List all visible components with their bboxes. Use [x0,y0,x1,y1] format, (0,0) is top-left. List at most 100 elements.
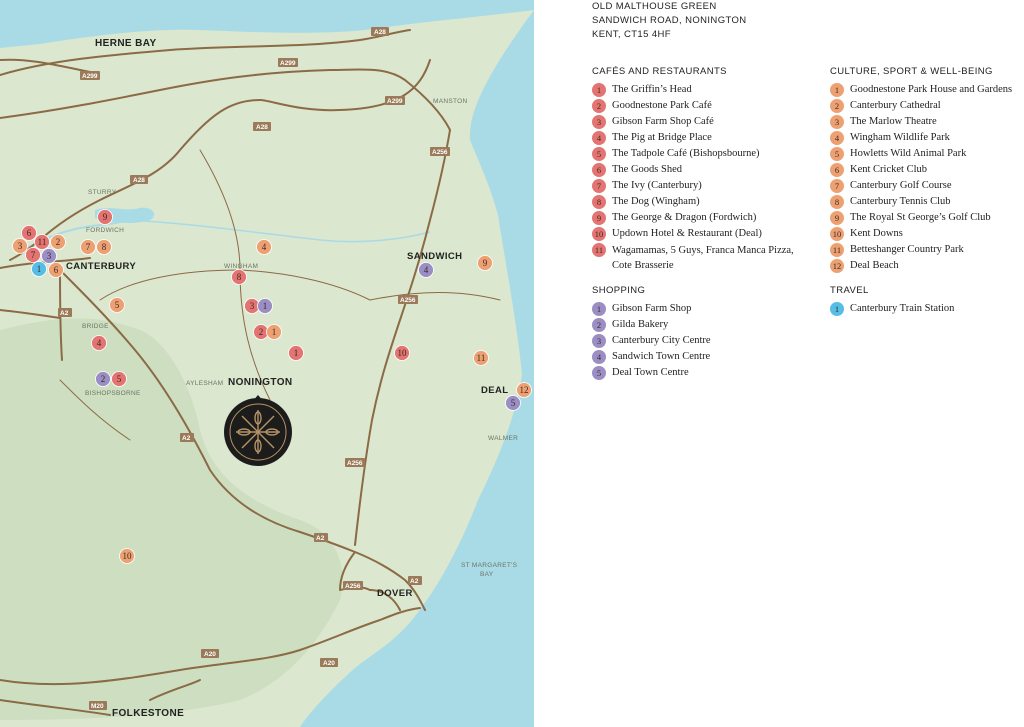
culture-number-badge: 1 [830,83,844,97]
shield-a256-mid: A256 [398,295,418,304]
travel-heading: TRAVEL [830,285,869,296]
cafes-item-label: Updown Hotel & Restaurant (Deal) [612,228,762,239]
marker-culture-7[interactable]: 7 [80,239,96,255]
marker-shopping-4[interactable]: 4 [418,262,434,278]
marker-number: 1 [263,301,268,311]
cafes-item-1: 1 The Griffin’s Head [592,81,802,97]
culture-item-1: 1 Goodnestone Park House and Gardens [830,81,1024,97]
marker-cafes-4[interactable]: 4 [91,335,107,351]
address-line-3: KENT, CT15 4HF [592,29,671,40]
marker-culture-5[interactable]: 5 [109,297,125,313]
svg-text:A2: A2 [182,435,191,442]
marker-number: 4 [424,265,429,275]
marker-culture-4[interactable]: 4 [256,239,272,255]
culture-number-badge: 4 [830,131,844,145]
cafes-item-2: 2 Goodnestone Park Café [592,97,802,113]
wheat-emblem-icon [236,410,280,454]
travel-list: 1 Canterbury Train Station [830,300,1024,316]
culture-number-badge: 7 [830,179,844,193]
cafes-number-badge: 3 [592,115,606,129]
travel-number-badge: 1 [830,302,844,316]
svg-text:A299: A299 [280,60,296,67]
culture-number-badge: 9 [830,211,844,225]
marker-cafes-8[interactable]: 8 [231,269,247,285]
svg-text:A299: A299 [387,98,403,105]
marker-number: 2 [56,237,61,247]
culture-item-label: The Royal St George’s Golf Club [850,212,991,223]
marker-number: 9 [483,258,488,268]
legend-panel: OLD MALTHOUSE GREEN SANDWICH ROAD, NONIN… [534,0,1024,727]
area-map[interactable]: HERNE BAY CANTERBURY SANDWICH NONINGTON … [0,0,534,727]
cafes-item-label: Goodnestone Park Café [612,100,712,111]
marker-culture-9[interactable]: 9 [477,255,493,271]
cafes-number-badge: 11 [592,243,606,257]
marker-culture-2[interactable]: 2 [50,234,66,250]
culture-item-label: Kent Downs [850,228,903,239]
marker-shopping-5[interactable]: 5 [505,395,521,411]
marker-culture-11[interactable]: 11 [473,350,489,366]
cafes-item-label: The Dog (Wingham) [612,196,700,207]
marker-number: 2 [259,327,264,337]
marker-cafes-7[interactable]: 7 [25,247,41,263]
cafes-item-9: 9 The George & Dragon (Fordwich) [592,209,802,225]
svg-text:A256: A256 [345,583,361,590]
label-manston: MANSTON [433,98,467,105]
svg-text:A20: A20 [323,660,335,667]
marker-number: 5 [117,374,122,384]
marker-number: 9 [103,212,108,222]
marker-number: 3 [47,251,52,261]
legend-column-right: CULTURE, SPORT & WELL-BEING 1 Goodnestone… [830,66,1024,328]
label-fordwich: FORDWICH [86,227,124,234]
marker-shopping-1[interactable]: 1 [257,298,273,314]
svg-text:A299: A299 [82,73,98,80]
label-aylesham: AYLESHAM [186,380,223,387]
cafes-item-3: 3 Gibson Farm Shop Café [592,113,802,129]
marker-culture-6[interactable]: 6 [48,262,64,278]
shield-a2-low: A2 [180,433,194,442]
marker-cafes-9[interactable]: 9 [97,209,113,225]
label-deal: DEAL [481,385,508,396]
marker-number: 5 [115,300,120,310]
svg-text:A20: A20 [204,651,216,658]
marker-travel-1[interactable]: 1 [31,261,47,277]
culture-item-4: 4 Wingham Wildlife Park [830,129,1024,145]
address-line-1: OLD MALTHOUSE GREEN [592,1,717,12]
shield-a256-low: A256 [345,458,365,467]
culture-item-8: 8 Canterbury Tennis Club [830,193,1024,209]
shopping-number-badge: 2 [592,318,606,332]
culture-number-badge: 2 [830,99,844,113]
marker-cafes-5[interactable]: 5 [111,371,127,387]
shield-a2-mid: A2 [314,533,328,542]
cafes-item-label: The Pig at Bridge Place [612,132,712,143]
marker-culture-8[interactable]: 8 [96,239,112,255]
marker-cafes-10[interactable]: 10 [394,345,410,361]
marker-culture-10[interactable]: 10 [119,548,135,564]
shield-a28-mid: A28 [253,122,271,131]
marker-cafes-11[interactable]: 11 [34,234,50,250]
svg-text:A28: A28 [374,29,386,36]
shield-a20-b: A20 [320,658,338,667]
marker-culture-12[interactable]: 12 [516,382,532,398]
cafes-number-badge: 4 [592,131,606,145]
cafes-item-label: The Ivy (Canterbury) [612,180,702,191]
label-bridge: BRIDGE [82,323,109,330]
marker-culture-3[interactable]: 3 [12,238,28,254]
svg-text:A28: A28 [133,177,145,184]
culture-item-label: Kent Cricket Club [850,164,927,175]
marker-cafes-6[interactable]: 6 [21,225,37,241]
cafes-item-11: 11 Wagamamas, 5 Guys, Franca Manca Pizza,… [592,241,802,273]
shield-a28-top: A28 [371,27,389,36]
shopping-item-label: Gibson Farm Shop [612,303,692,314]
shield-a2-bridge: A2 [58,308,72,317]
culture-item-7: 7 Canterbury Golf Course [830,177,1024,193]
culture-number-badge: 10 [830,227,844,241]
marker-shopping-2[interactable]: 2 [95,371,111,387]
shopping-item-label: Canterbury City Centre [612,335,711,346]
marker-shopping-3[interactable]: 3 [41,248,57,264]
marker-cafes-1[interactable]: 1 [288,345,304,361]
map-canvas: HERNE BAY CANTERBURY SANDWICH NONINGTON … [0,0,534,727]
shopping-number-badge: 3 [592,334,606,348]
marker-culture-1[interactable]: 1 [266,324,282,340]
shopping-item-5: 5 Deal Town Centre [592,364,802,380]
culture-item-label: Howletts Wild Animal Park [850,148,967,159]
